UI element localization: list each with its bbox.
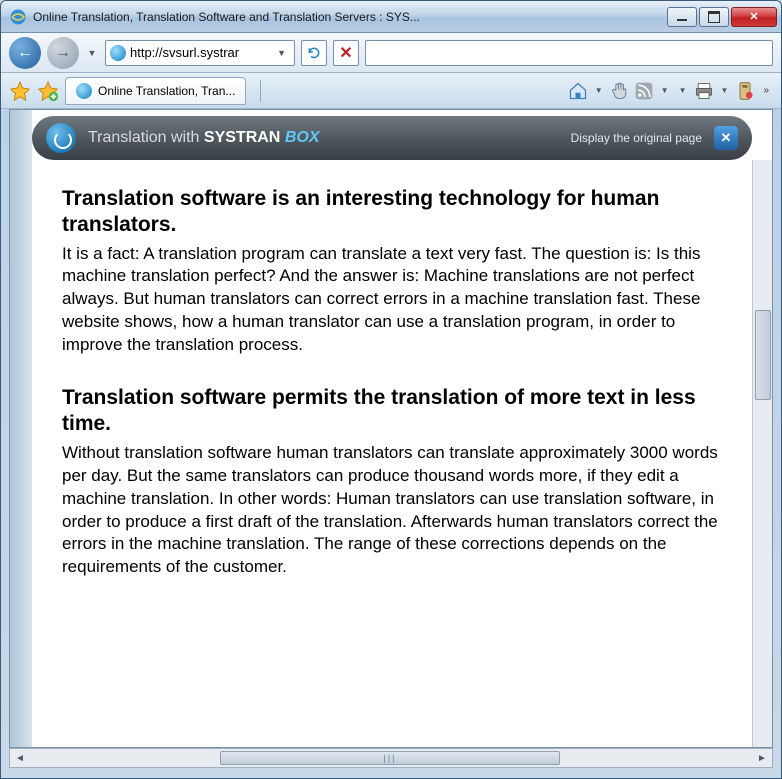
back-button[interactable]: ← <box>9 37 41 69</box>
feeds-dropdown-icon[interactable]: ▼ <box>658 86 672 95</box>
display-original-link[interactable]: Display the original page <box>571 131 702 145</box>
search-input[interactable] <box>372 41 766 65</box>
hand-icon[interactable] <box>610 81 630 101</box>
content-area: Translation with SYSTRAN BOX Display the… <box>9 109 773 748</box>
systran-brand: SYSTRAN <box>204 129 280 146</box>
extra-dropdown-icon[interactable]: ▼ <box>676 86 690 95</box>
stop-button[interactable]: ✕ <box>333 40 359 66</box>
print-dropdown-icon[interactable]: ▼ <box>718 86 732 95</box>
tools-icon[interactable] <box>735 81 755 101</box>
home-icon[interactable] <box>568 81 588 101</box>
address-dropdown-icon[interactable]: ▼ <box>273 48 290 58</box>
browser-tab[interactable]: Online Translation, Tran... <box>65 77 246 105</box>
left-gutter <box>10 110 32 747</box>
systran-toolbar: Translation with SYSTRAN BOX Display the… <box>32 116 752 160</box>
article-heading-2: Translation software permits the transla… <box>62 385 722 438</box>
toolbar-separator <box>260 80 261 102</box>
home-dropdown-icon[interactable]: ▼ <box>592 86 606 95</box>
article-heading-1: Translation software is an interesting t… <box>62 186 722 239</box>
favorites-star-icon[interactable] <box>9 80 31 102</box>
tab-bar: Online Translation, Tran... ▼ ▼ ▼ ▼ » <box>1 73 781 109</box>
hscroll-track[interactable]: ||| <box>30 749 752 767</box>
systran-close-button[interactable]: ✕ <box>714 126 738 150</box>
article-paragraph-1: It is a fact: A translation program can … <box>62 243 722 358</box>
search-box[interactable] <box>365 40 773 66</box>
maximize-button[interactable] <box>699 7 729 27</box>
window-title: Online Translation, Translation Software… <box>33 10 665 24</box>
feeds-icon[interactable] <box>634 81 654 101</box>
tab-favicon <box>76 83 92 99</box>
tab-title: Online Translation, Tran... <box>98 84 235 98</box>
navigation-bar: ← → ▼ http://svsurl.systrar ▼ ✕ <box>1 33 781 73</box>
hscroll-right-arrow[interactable]: ► <box>752 749 772 767</box>
site-icon <box>110 45 126 61</box>
close-button[interactable] <box>731 7 777 27</box>
systran-box: BOX <box>285 129 320 146</box>
toolbar-overflow-icon[interactable]: » <box>759 85 773 96</box>
hscroll-left-arrow[interactable]: ◄ <box>10 749 30 767</box>
horizontal-scrollbar[interactable]: ◄ ||| ► <box>9 748 773 768</box>
browser-window: Online Translation, Translation Software… <box>0 0 782 779</box>
page-content: Translation software is an interesting t… <box>32 168 752 747</box>
vertical-scroll-thumb[interactable] <box>755 310 771 400</box>
systran-actions: Display the original page ✕ <box>571 126 738 150</box>
article-paragraph-2: Without translation software human trans… <box>62 442 722 580</box>
history-dropdown[interactable]: ▼ <box>85 39 99 67</box>
url-text: http://svsurl.systrar <box>130 45 269 60</box>
vertical-scrollbar[interactable] <box>752 160 772 747</box>
toolbar-group: ▼ ▼ ▼ ▼ » <box>568 81 773 101</box>
forward-button[interactable]: → <box>47 37 79 69</box>
ie-icon <box>9 8 27 26</box>
print-icon[interactable] <box>694 81 714 101</box>
window-controls <box>665 7 777 27</box>
systran-prefix: Translation with <box>88 129 204 146</box>
hscroll-thumb[interactable]: ||| <box>220 751 560 765</box>
systran-title: Translation with SYSTRAN BOX <box>88 129 319 147</box>
refresh-button[interactable] <box>301 40 327 66</box>
minimize-button[interactable] <box>667 7 697 27</box>
add-favorite-icon[interactable] <box>37 80 59 102</box>
address-bar[interactable]: http://svsurl.systrar ▼ <box>105 40 295 66</box>
systran-logo-icon <box>46 123 76 153</box>
titlebar: Online Translation, Translation Software… <box>1 1 781 33</box>
